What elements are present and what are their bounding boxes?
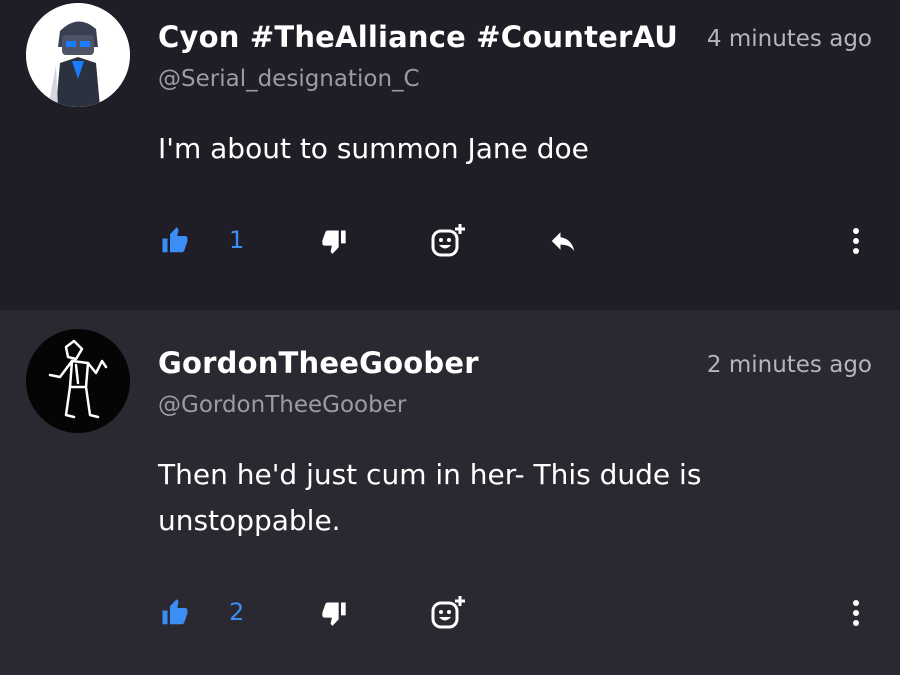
reply-button[interactable]	[546, 216, 580, 266]
dislike-button[interactable]	[320, 588, 348, 638]
more-options-button[interactable]	[844, 224, 868, 258]
dislike-button[interactable]	[320, 216, 348, 266]
add-reaction-icon	[431, 596, 465, 629]
comment-text: Then he'd just cum in her- This dude is …	[158, 458, 702, 537]
comment-actions: 1	[0, 216, 900, 266]
thumbs-down-icon	[322, 230, 346, 254]
like-button[interactable]	[160, 216, 190, 266]
user-handle[interactable]: @Serial_designation_C	[158, 66, 420, 92]
like-count: 2	[229, 598, 245, 626]
like-button[interactable]	[160, 588, 190, 638]
timestamp: 4 minutes ago	[706, 26, 872, 52]
comment-actions: 2	[0, 588, 900, 638]
like-count: 1	[229, 226, 245, 254]
user-handle[interactable]: @GordonTheeGoober	[158, 392, 406, 418]
more-options-button[interactable]	[844, 596, 868, 630]
display-name[interactable]: Cyon #TheAlliance #CounterAU	[158, 20, 678, 54]
display-name[interactable]: GordonTheeGoober	[158, 346, 479, 380]
timestamp: 2 minutes ago	[706, 352, 872, 378]
comment-text: I'm about to summon Jane doe	[158, 132, 589, 165]
avatar[interactable]	[26, 3, 130, 107]
more-vertical-icon	[853, 228, 859, 254]
reply-icon	[551, 232, 575, 251]
add-reaction-button[interactable]	[430, 588, 468, 638]
comment-card: Cyon #TheAlliance #CounterAU @Serial_des…	[0, 0, 900, 310]
thumbs-up-icon	[162, 599, 188, 625]
more-vertical-icon	[853, 600, 859, 626]
thumbs-up-icon	[162, 227, 188, 253]
comment-card: GordonTheeGoober @GordonTheeGoober 2 min…	[0, 310, 900, 675]
add-reaction-button[interactable]	[430, 216, 468, 266]
avatar[interactable]	[26, 329, 130, 433]
add-reaction-icon	[431, 224, 465, 257]
thumbs-down-icon	[322, 602, 346, 626]
